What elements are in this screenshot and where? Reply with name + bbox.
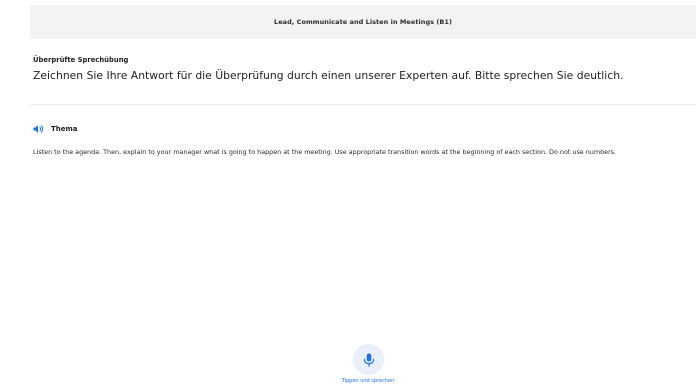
record-label[interactable]: Tippen und sprechen	[300, 378, 436, 384]
course-title: Lead, Communicate and Listen in Meetings…	[274, 18, 452, 26]
section-divider	[30, 104, 696, 105]
header-bar: Lead, Communicate and Listen in Meetings…	[30, 5, 696, 39]
topic-title: Thema	[51, 125, 78, 133]
microphone-icon	[363, 353, 374, 367]
exercise-type-label: Überprüfte Sprechübung	[33, 56, 129, 64]
exercise-instruction: Zeichnen Sie Ihre Antwort für die Überpr…	[33, 69, 624, 82]
topic-header: Thema	[33, 124, 78, 134]
page: Lead, Communicate and Listen in Meetings…	[0, 0, 696, 391]
record-button[interactable]	[353, 344, 384, 375]
speaker-icon[interactable]	[33, 124, 45, 134]
topic-text: Listen to the agenda. Then, explain to y…	[33, 148, 617, 156]
